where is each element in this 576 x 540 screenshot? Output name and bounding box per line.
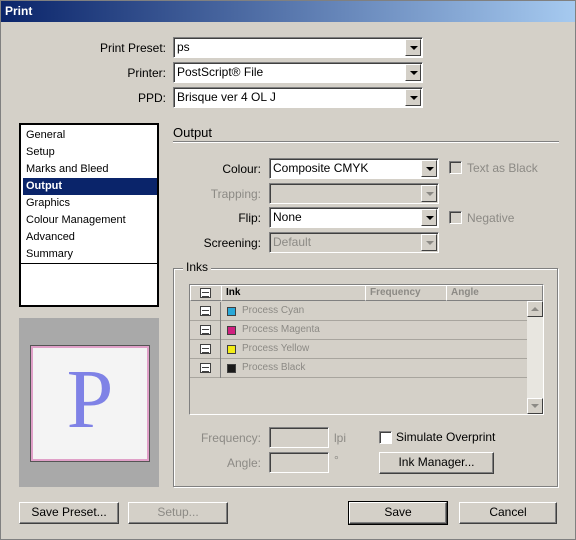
colour-select[interactable]: Composite CMYK (269, 158, 439, 179)
chevron-down-icon[interactable] (405, 64, 421, 81)
nav-item-advanced[interactable]: Advanced (23, 229, 157, 246)
preview-page: P (30, 345, 150, 462)
chevron-down-icon[interactable] (405, 39, 421, 56)
screening-value: Default (273, 235, 312, 249)
colour-value: Composite CMYK (273, 161, 369, 175)
ppd-select[interactable]: Brisque ver 4 OL J (173, 87, 423, 108)
inks-group-title: Inks (183, 260, 212, 274)
ppd-label: PPD: (137, 91, 166, 105)
trapping-select[interactable] (269, 183, 439, 204)
trapping-label: Trapping: (210, 187, 261, 201)
section-divider (173, 141, 559, 143)
screening-select[interactable]: Default (269, 232, 439, 253)
text-as-black-checkbox[interactable] (449, 161, 462, 174)
ink-header-ink[interactable]: Ink (221, 285, 366, 301)
ink-icon-cell (190, 321, 221, 340)
ppd-value: Brisque ver 4 OL J (177, 90, 276, 104)
scroll-up-button[interactable] (527, 301, 543, 317)
cancel-button[interactable]: Cancel (459, 502, 557, 524)
printer-value: PostScript® File (177, 65, 264, 79)
angle-field[interactable] (269, 452, 329, 473)
ink-header-frequency[interactable]: Frequency (365, 285, 447, 301)
printer-icon[interactable] (200, 325, 211, 335)
nav-item-output[interactable]: Output (23, 178, 157, 195)
printer-icon[interactable] (200, 306, 211, 316)
flip-value: None (273, 210, 302, 224)
simulate-overprint-checkbox[interactable] (379, 431, 392, 444)
ink-name: Process Black (242, 362, 306, 373)
save-button[interactable]: Save (348, 501, 448, 525)
screening-label: Screening: (203, 236, 261, 250)
negative-label: Negative (467, 211, 515, 225)
print-preset-label: Print Preset: (99, 41, 166, 55)
ink-table: Ink Frequency Angle Process Cyan Process… (189, 284, 544, 415)
flip-label: Flip: (238, 211, 261, 225)
section-title: Output (173, 125, 213, 140)
printer-label: Printer: (127, 66, 166, 80)
print-preset-value: ps (177, 40, 190, 54)
text-as-black-label: Text as Black (467, 161, 538, 175)
black-swatch (227, 364, 236, 373)
colour-label: Colour: (222, 162, 261, 176)
ink-header-angle[interactable]: Angle (446, 285, 543, 301)
nav-item-colour-management[interactable]: Colour Management (23, 212, 157, 229)
preview-letter: P (66, 353, 114, 446)
ink-name: Process Yellow (242, 343, 310, 354)
yellow-swatch (227, 345, 236, 354)
frequency-label: Frequency: (200, 431, 261, 445)
list-divider (21, 263, 157, 264)
print-preset-select[interactable]: ps (173, 37, 423, 58)
flip-select[interactable]: None (269, 207, 439, 228)
page-preview: P (19, 318, 159, 487)
ink-icon-cell (190, 302, 221, 321)
window-title: Print (5, 4, 33, 18)
magenta-swatch (227, 326, 236, 335)
nav-item-summary[interactable]: Summary (23, 246, 157, 263)
negative-checkbox[interactable] (449, 211, 462, 224)
ink-name: Process Cyan (242, 305, 305, 316)
ink-scrollbar[interactable] (527, 301, 543, 414)
printer-icon (200, 288, 211, 298)
ink-icon-cell (190, 340, 221, 359)
ink-row-magenta[interactable]: Process Magenta (190, 321, 528, 340)
print-dialog: Print Print Preset: ps Printer: PostScri… (0, 0, 576, 540)
ink-name: Process Magenta (242, 324, 320, 335)
frequency-field[interactable] (269, 427, 329, 448)
printer-select[interactable]: PostScript® File (173, 62, 423, 83)
frequency-unit: lpi (334, 431, 347, 445)
nav-item-marks-and-bleed[interactable]: Marks and Bleed (23, 161, 157, 178)
angle-unit: ° (334, 453, 339, 467)
chevron-down-icon[interactable] (405, 89, 421, 106)
chevron-down-icon[interactable] (421, 185, 437, 202)
save-preset-button[interactable]: Save Preset... (19, 502, 119, 524)
ink-icon-cell (190, 359, 221, 378)
printer-icon[interactable] (200, 344, 211, 354)
ink-manager-button[interactable]: Ink Manager... (379, 452, 494, 474)
setup-button[interactable]: Setup... (128, 502, 228, 524)
chevron-down-icon[interactable] (421, 209, 437, 226)
nav-item-graphics[interactable]: Graphics (23, 195, 157, 212)
ink-row-yellow[interactable]: Process Yellow (190, 340, 528, 359)
nav-item-setup[interactable]: Setup (23, 144, 157, 161)
simulate-overprint-label: Simulate Overprint (396, 430, 496, 444)
chevron-down-icon[interactable] (421, 234, 437, 251)
cyan-swatch (227, 307, 236, 316)
ink-header-icon-col (190, 285, 222, 301)
ink-row-black[interactable]: Process Black (190, 359, 528, 378)
printer-icon[interactable] (200, 363, 211, 373)
category-list: General Setup Marks and Bleed Output Gra… (19, 123, 159, 307)
title-bar: Print (1, 1, 575, 22)
scroll-down-button[interactable] (527, 398, 543, 414)
ink-row-cyan[interactable]: Process Cyan (190, 302, 528, 321)
angle-label: Angle: (226, 456, 261, 470)
nav-item-general[interactable]: General (23, 127, 157, 144)
chevron-down-icon[interactable] (421, 160, 437, 177)
